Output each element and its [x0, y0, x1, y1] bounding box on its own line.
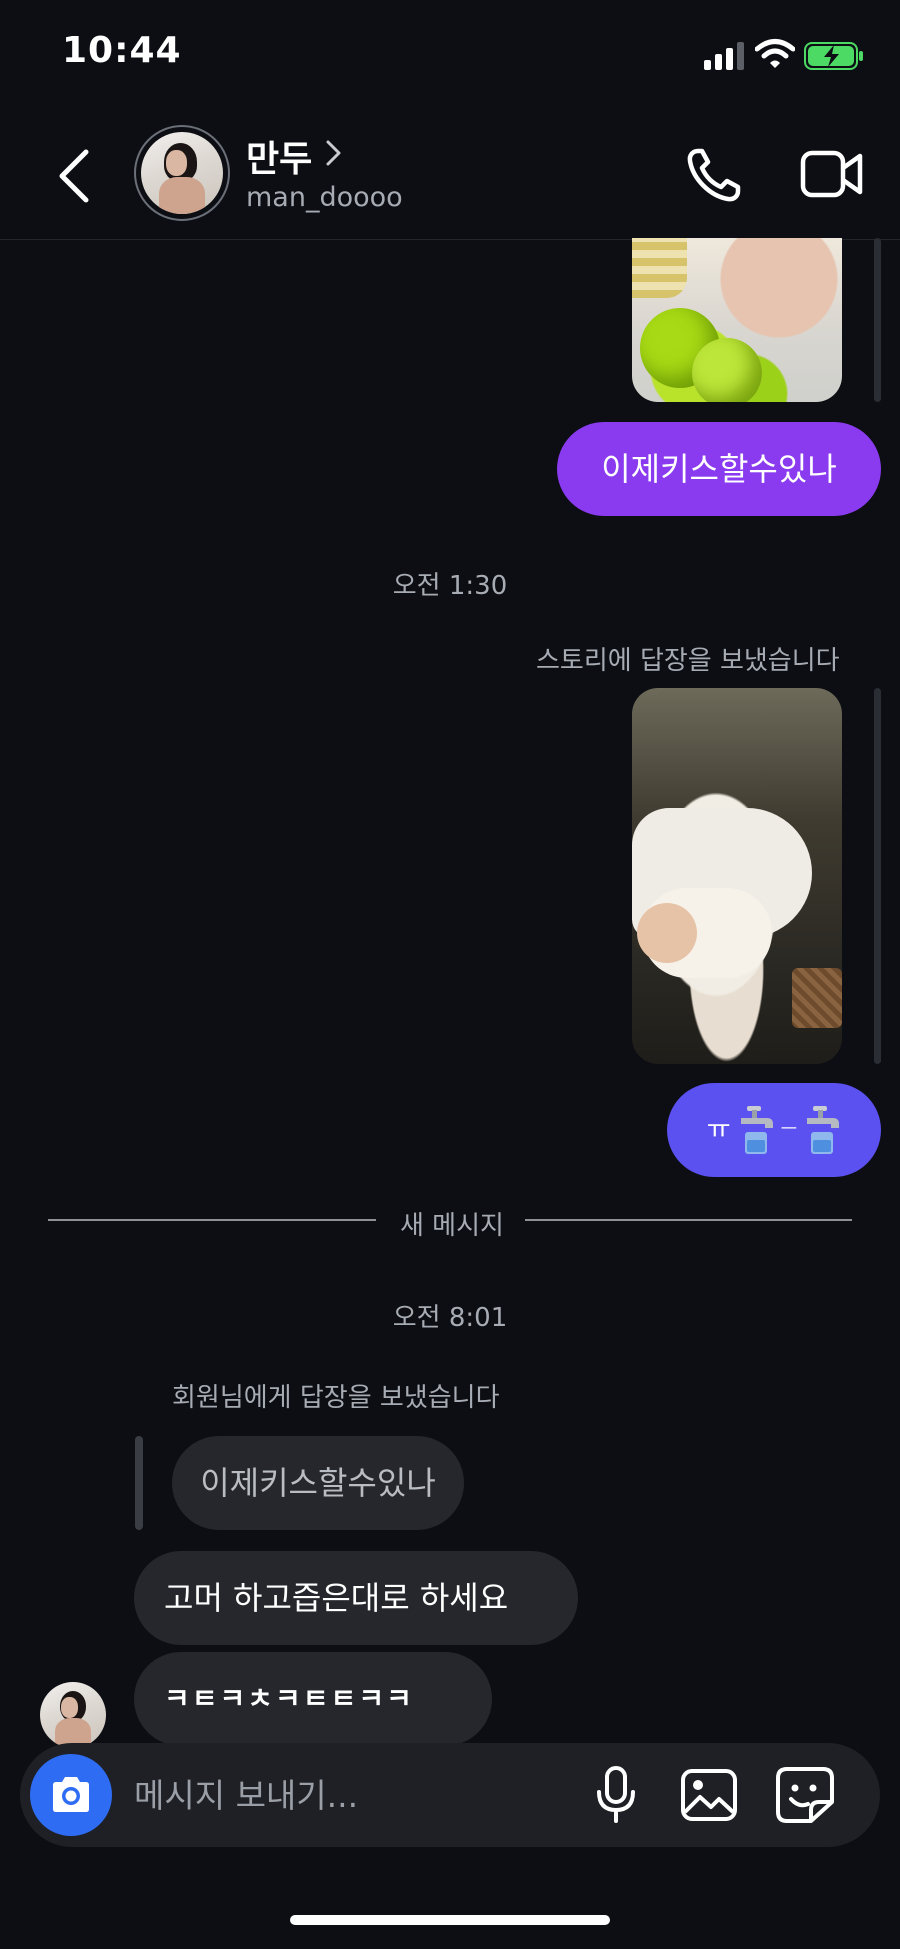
- sent-photo-baby-toy[interactable]: [632, 238, 842, 402]
- story-reply-note: 스토리에 답장을 보냈습니다: [536, 646, 840, 676]
- chevron-right-icon[interactable]: [322, 138, 344, 168]
- message-input[interactable]: [134, 1770, 554, 1820]
- mic-icon[interactable]: [592, 1765, 640, 1825]
- message-text: ㅡ: [780, 1119, 798, 1140]
- message-text: 고머 하고즙은대로 하세요: [164, 1579, 509, 1617]
- faucet-emoji-icon: [740, 1106, 773, 1154]
- video-icon[interactable]: [800, 148, 864, 200]
- story-reply-photo[interactable]: [632, 688, 842, 1064]
- timestamp: 오전 1:30: [392, 571, 508, 601]
- status-time: 10:44: [62, 30, 182, 71]
- received-message[interactable]: ㅋㅌㅋㅊㅋㅌㅌㅋㅋ: [134, 1652, 492, 1746]
- media-scroll-indicator: [874, 688, 881, 1064]
- sent-message[interactable]: 이제키스할수있나: [557, 422, 881, 516]
- back-chevron-icon[interactable]: [52, 148, 100, 204]
- message-text: ㅋㅌㅋㅊㅋㅌㅌㅋㅋ: [164, 1682, 414, 1715]
- message-text: ㅠ: [706, 1115, 731, 1145]
- reply-indicator-bar: [135, 1436, 143, 1530]
- message-text: 이제키스할수있나: [601, 450, 837, 488]
- contact-handle[interactable]: man_doooo: [246, 182, 403, 213]
- quoted-text: 이제키스할수있나: [200, 1464, 436, 1502]
- media-scroll-indicator: [874, 238, 881, 402]
- contact-avatar[interactable]: [134, 125, 230, 221]
- camera-icon: [53, 1777, 89, 1812]
- wifi-icon: [755, 39, 795, 68]
- sticker-icon[interactable]: [775, 1766, 835, 1824]
- faucet-emoji-icon: [807, 1106, 840, 1154]
- camera-button[interactable]: [30, 1754, 112, 1836]
- divider-line: [48, 1219, 376, 1221]
- contact-name[interactable]: 만두: [246, 130, 312, 182]
- quoted-message[interactable]: 이제키스할수있나: [172, 1436, 464, 1530]
- timestamp: 오전 8:01: [392, 1303, 508, 1333]
- sent-message-emoji[interactable]: ㅠ ㅡ: [667, 1083, 881, 1177]
- new-messages-divider: 새 메시지: [400, 1211, 504, 1241]
- gallery-icon[interactable]: [680, 1768, 738, 1822]
- reply-note: 회원님에게 답장을 보냈습니다: [172, 1383, 500, 1413]
- sender-avatar[interactable]: [40, 1682, 106, 1748]
- received-message[interactable]: 고머 하고즙은대로 하세요: [134, 1551, 578, 1645]
- battery-charging-icon: [804, 42, 863, 70]
- call-icon[interactable]: [684, 145, 744, 205]
- home-indicator[interactable]: [290, 1915, 610, 1925]
- divider-line: [525, 1219, 852, 1221]
- avatar-photo: [141, 132, 223, 214]
- cellular-signal-icon: [704, 42, 744, 70]
